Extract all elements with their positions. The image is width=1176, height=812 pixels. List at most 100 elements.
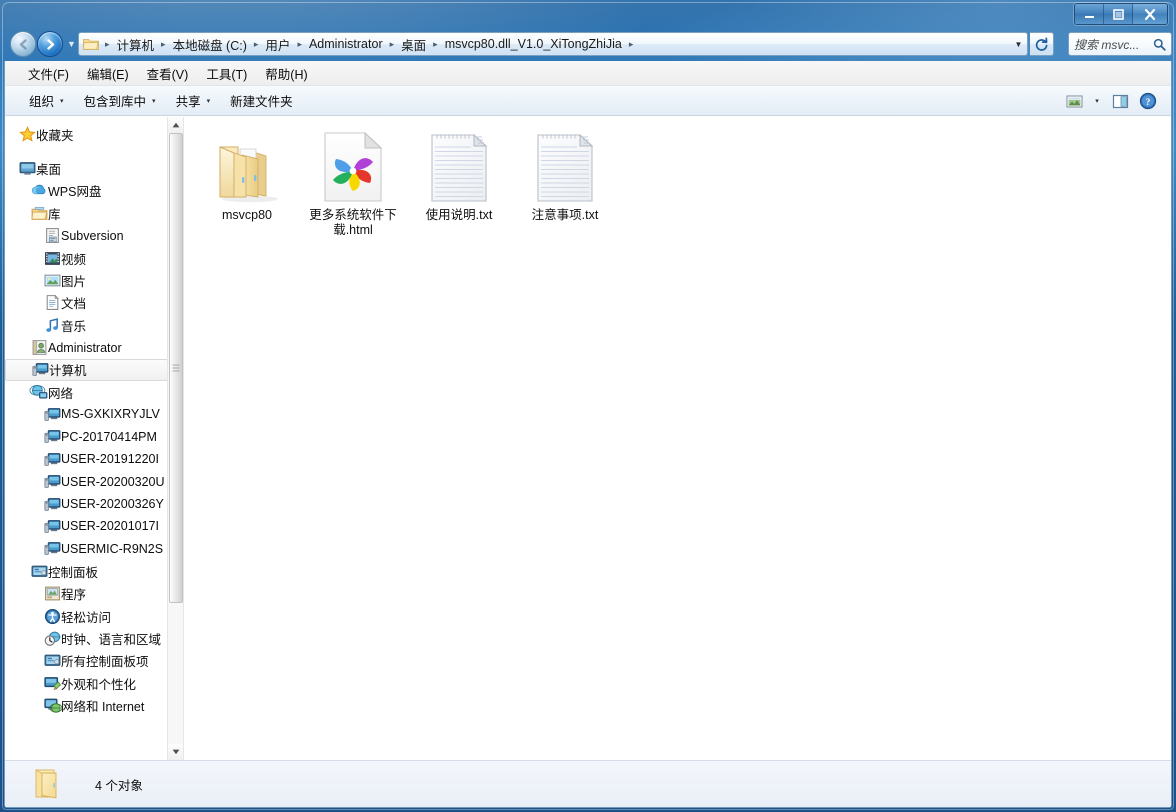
search-icon [1153,38,1166,51]
scrollbar-thumb[interactable] [169,133,183,603]
pc-icon [43,520,60,533]
sidebar-item-label: 桌面 [36,163,62,178]
sidebar-item-[interactable]: 文档 [5,292,168,314]
sidebar-item-[interactable]: 时钟、语言和区域 [5,627,168,649]
breadcrumb-item-current[interactable]: msvcp80.dll_V1.0_XiTongZhiJia [442,35,625,53]
search-input[interactable]: 搜索 msvc... [1074,36,1153,53]
sidebar-item-user-20201017i[interactable]: USER-20201017I [5,515,168,537]
sidebar-item-wps[interactable]: WPS网盘 [5,180,168,202]
folder-icon [219,146,278,203]
pc-icon [43,406,61,423]
sidebar-item-label: PC-20170414PM [61,429,157,444]
minimize-button[interactable] [1075,4,1104,24]
menu-bar: 文件(F) 编辑(E) 查看(V) 工具(T) 帮助(H) [5,61,1171,86]
help-button[interactable]: ? [1135,89,1161,113]
sidebar-item-[interactable]: 外观和个性化 [5,672,168,694]
sidebar-item-[interactable]: 控制面板 [5,560,168,582]
sidebar-item-label: 控制面板 [48,565,99,580]
forward-button[interactable] [37,31,63,57]
html-chrome-icon [324,131,383,202]
file-name: 更多系统软件下载.html [309,208,397,237]
menu-edit[interactable]: 编辑(E) [78,61,138,86]
pc-icon [43,408,60,421]
file-item[interactable]: 注意事项.txt [512,125,618,238]
close-icon [1144,8,1156,20]
back-button[interactable] [10,31,36,57]
sidebar-item-internet[interactable]: 网络和 Internet [5,694,168,716]
maximize-button[interactable] [1104,4,1133,24]
sidebar-item-[interactable]: 网络 [5,381,168,403]
breadcrumb-item[interactable]: 用户 [262,33,293,55]
sidebar-item-[interactable]: 所有控制面板项 [5,650,168,672]
sidebar-item-user-20200326y[interactable]: USER-20200326Y [5,493,168,515]
sidebar-item-[interactable]: 视频 [5,247,168,269]
nav-buttons: ▼ [10,31,76,57]
change-view-button[interactable] [1061,89,1087,113]
close-button[interactable] [1133,4,1167,24]
menu-help[interactable]: 帮助(H) [256,61,316,86]
sidebar-item-label: USER-20200320U [61,474,165,489]
pc-icon [43,540,61,557]
breadcrumb-separator: ▸ [161,38,166,49]
html-chrome-icon [317,131,389,203]
text-file-icon [537,133,594,202]
breadcrumb-item[interactable]: 本地磁盘 (C:) [170,33,250,55]
sidebar-item-ms-gxkixryjlv[interactable]: MS-GXKIXRYJLV [5,403,168,425]
pc-icon [43,496,61,513]
sidebar-item-label: 文档 [61,297,87,312]
file-list-view[interactable]: msvcp80 更多系统软件下载.html 使用说明.txt 注意事项.txt [184,117,1171,760]
menu-tools[interactable]: 工具(T) [197,61,256,86]
search-box[interactable]: 搜索 msvc... [1068,32,1172,56]
navigation-pane: 收藏夹 桌面 WPS网盘 库 Subversion 视频 图片 文档 音乐 Ad… [5,117,184,760]
menu-file[interactable]: 文件(F) [19,61,78,86]
sidebar-item-usermic-r9n2s[interactable]: USERMIC-R9N2S [5,538,168,560]
sidebar-item-label: 外观和个性化 [61,677,137,692]
status-bar: 4 个对象 [5,760,1171,807]
cloud-icon [30,182,48,199]
sidebar-item-[interactable]: 收藏夹 [5,123,168,145]
internet-icon [43,698,62,713]
history-dropdown-button[interactable]: ▼ [67,39,76,49]
documents-icon [43,294,61,311]
sidebar-item-label: WPS网盘 [48,185,102,200]
sidebar-scrollbar[interactable] [167,117,183,760]
change-view-dropdown[interactable]: ▾ [1089,89,1105,113]
sidebar-item-user-20200320u[interactable]: USER-20200320U [5,470,168,492]
new-folder-button[interactable]: 新建文件夹 [220,87,303,114]
file-item[interactable]: 使用说明.txt [406,125,512,238]
sidebar-item-[interactable]: 计算机 [5,358,168,381]
sidebar-item-[interactable]: 库 [5,202,168,224]
refresh-button[interactable] [1030,32,1054,56]
preview-pane-button[interactable] [1107,89,1133,113]
sidebar-item-label: 库 [48,207,61,222]
include-in-library-button[interactable]: 包含到库中 ▾ [74,87,166,114]
sidebar-item-[interactable]: 程序 [5,582,168,604]
library-icon [30,206,47,220]
network-icon [29,384,47,399]
sidebar-item-[interactable]: 轻松访问 [5,605,168,627]
sidebar-item-subversion[interactable]: Subversion [5,225,168,247]
file-name: 使用说明.txt [425,208,493,222]
breadcrumb-item[interactable]: 桌面 [398,33,429,55]
scroll-up-button[interactable] [168,117,183,133]
address-bar[interactable]: ▸ 计算机 ▸ 本地磁盘 (C:) ▸ 用户 ▸ Administrator ▸… [78,32,1028,56]
organize-button[interactable]: 组织 ▾ [19,87,74,114]
file-item[interactable]: msvcp80 [194,125,300,238]
sidebar-item-[interactable]: 音乐 [5,314,168,336]
sidebar-item-administrator[interactable]: Administrator [5,337,168,359]
library-icon [30,205,48,222]
sidebar-item-pc-20170414pm[interactable]: PC-20170414PM [5,426,168,448]
share-button[interactable]: 共享 ▾ [166,87,221,114]
file-item[interactable]: 更多系统软件下载.html [300,125,406,238]
sidebar-item-[interactable]: 图片 [5,269,168,291]
breadcrumb-item[interactable]: Administrator [306,35,386,53]
menu-view[interactable]: 查看(V) [138,61,198,86]
sidebar-item-[interactable]: 桌面 [5,157,168,179]
address-dropdown-icon[interactable]: ▼ [1010,40,1027,49]
sidebar-item-label: USER-20191220I [61,452,159,467]
scroll-down-button[interactable] [168,744,183,760]
sidebar-item-label: 收藏夹 [36,128,74,143]
breadcrumb-item[interactable]: 计算机 [114,33,158,55]
sidebar-item-user-20191220i[interactable]: USER-20191220I [5,448,168,470]
